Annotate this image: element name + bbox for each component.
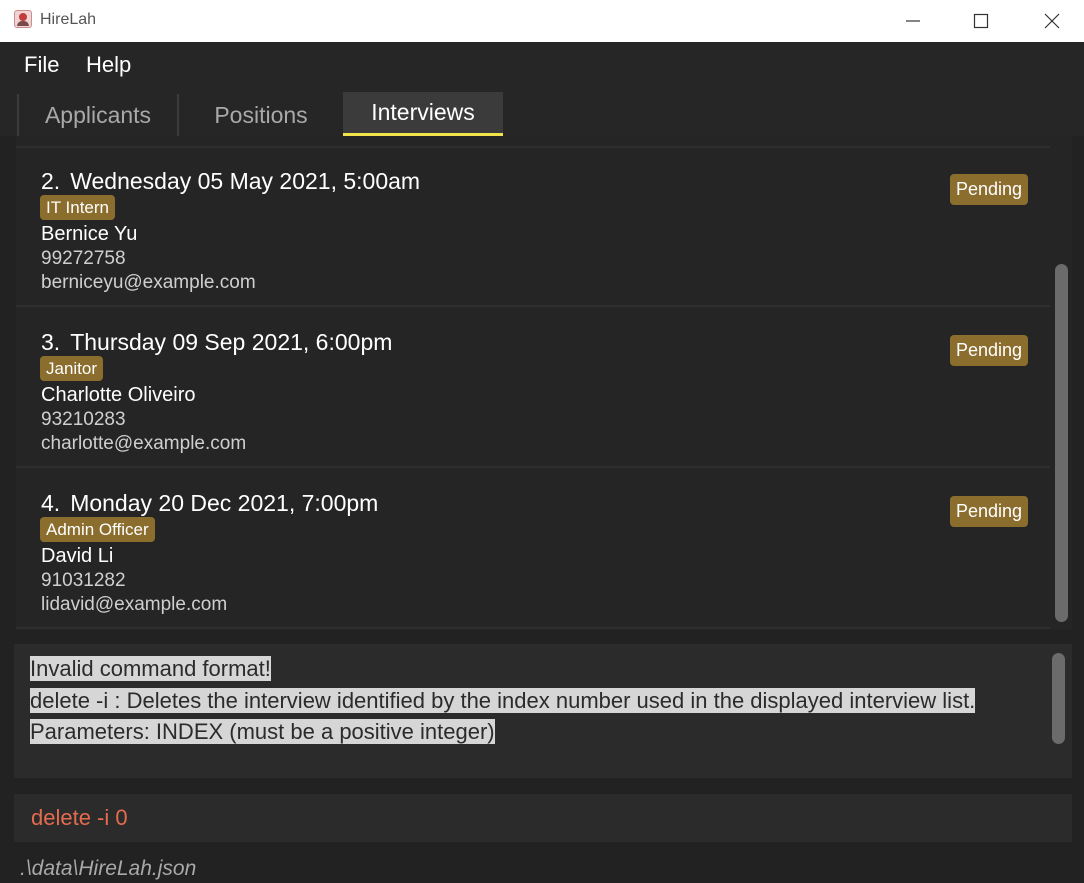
menu-file[interactable]: File: [24, 52, 59, 78]
result-display[interactable]: Invalid command format! delete -i : Dele…: [14, 644, 1072, 778]
interview-index: 4.: [41, 490, 61, 516]
tab-positions[interactable]: Positions: [181, 94, 341, 136]
interview-datetime: Monday 20 Dec 2021, 7:00pm: [70, 490, 379, 516]
command-input[interactable]: [14, 794, 1072, 842]
interview-card[interactable]: 4. Monday 20 Dec 2021, 7:00pm Admin Offic…: [16, 470, 1050, 629]
command-box: [14, 794, 1072, 842]
position-tag: Janitor: [40, 356, 104, 381]
tab-applicants[interactable]: Applicants: [17, 94, 179, 136]
interview-index: 3.: [41, 329, 61, 355]
applicant-name: David Li: [41, 545, 114, 567]
save-location: .\data\HireLah.json: [20, 857, 197, 880]
interview-header: 3. Thursday 09 Sep 2021, 6:00pm: [41, 329, 392, 356]
result-line: delete -i : Deletes the interview identi…: [30, 687, 976, 713]
applicant-name: Charlotte Oliveiro: [41, 384, 196, 406]
close-button[interactable]: [1017, 0, 1084, 42]
title-bar: HireLah: [0, 0, 1084, 42]
interview-header: 2. Wednesday 05 May 2021, 5:00am: [41, 168, 420, 195]
list-scrollbar[interactable]: [1055, 264, 1068, 622]
window-title: HireLah: [40, 11, 97, 28]
applicant-phone: 99272758: [41, 248, 126, 269]
position-tag: IT Intern: [40, 195, 115, 220]
minimize-icon: [906, 20, 920, 22]
hirelah-logo-icon: [14, 10, 32, 28]
maximize-icon: [973, 13, 989, 29]
position-tag: Admin Officer: [40, 517, 155, 542]
interview-list[interactable]: 2. Wednesday 05 May 2021, 5:00am IT Inter…: [16, 136, 1072, 630]
status-badge: Pending: [950, 335, 1029, 366]
menu-help[interactable]: Help: [86, 52, 131, 78]
maximize-button[interactable]: [946, 0, 1016, 42]
interview-index: 2.: [41, 168, 61, 194]
applicant-email: lidavid@example.com: [41, 594, 228, 615]
result-scrollbar[interactable]: [1052, 653, 1065, 744]
applicant-name: Bernice Yu: [41, 223, 138, 245]
interview-datetime: Wednesday 05 May 2021, 5:00am: [70, 168, 421, 194]
close-icon: [1044, 13, 1060, 29]
interview-card[interactable]: 2. Wednesday 05 May 2021, 5:00am IT Inter…: [16, 148, 1050, 307]
status-bar: .\data\HireLah.json: [0, 852, 1084, 883]
applicant-phone: 91031282: [41, 570, 126, 591]
result-message: Invalid command format! delete -i : Dele…: [30, 653, 1032, 748]
applicant-email: berniceyu@example.com: [41, 272, 256, 293]
minimize-button[interactable]: [878, 0, 948, 42]
tab-bar: Applicants Positions Interviews: [0, 88, 1084, 136]
menu-bar: File Help: [0, 42, 1084, 88]
tab-interviews[interactable]: Interviews: [343, 92, 503, 136]
interview-datetime: Thursday 09 Sep 2021, 6:00pm: [70, 329, 393, 355]
applicant-phone: 93210283: [41, 409, 126, 430]
status-badge: Pending: [950, 174, 1029, 205]
applicant-email: charlotte@example.com: [41, 433, 247, 454]
interview-header: 4. Monday 20 Dec 2021, 7:00pm: [41, 490, 378, 517]
result-line: Parameters: INDEX (must be a positive in…: [30, 719, 495, 744]
interview-card[interactable]: 3. Thursday 09 Sep 2021, 6:00pm Janitor C…: [16, 309, 1050, 468]
status-badge: Pending: [950, 496, 1029, 527]
result-line: Invalid command format!: [30, 656, 271, 681]
